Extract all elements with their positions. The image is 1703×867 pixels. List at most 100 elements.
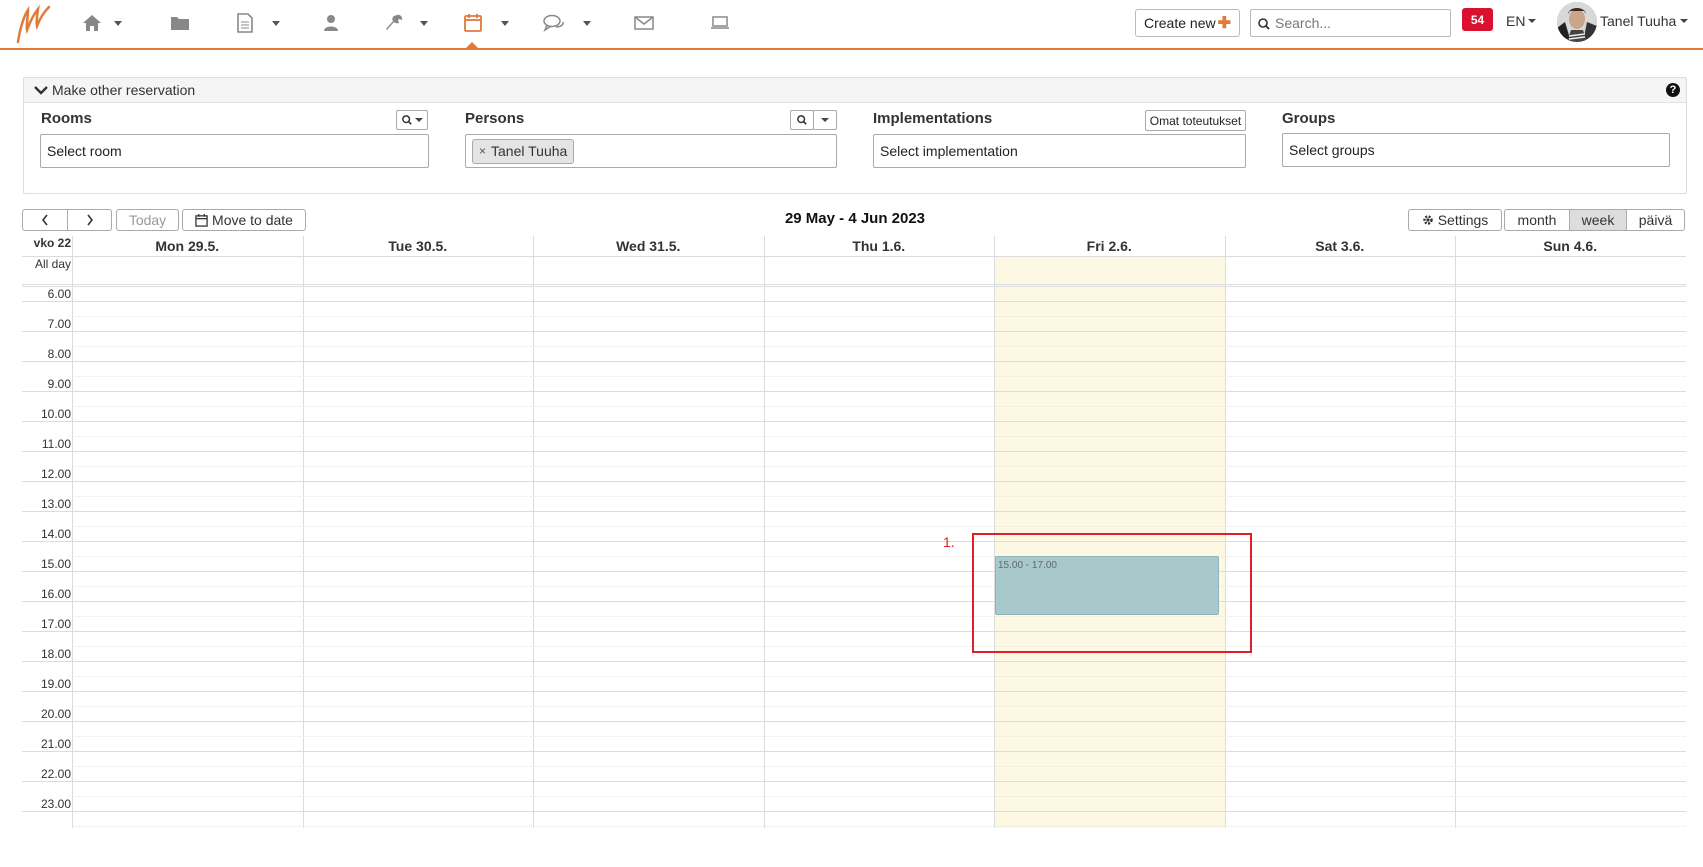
top-navbar: Create new ✚ 54 EN Tanel Tuuha — [0, 0, 1703, 50]
home-icon — [83, 15, 101, 31]
hour-label: 6.00 — [47, 287, 71, 301]
settings-button[interactable]: Settings — [1408, 209, 1502, 231]
persons-dropdown-button[interactable] — [813, 110, 837, 130]
create-new-button[interactable]: Create new ✚ — [1135, 9, 1240, 37]
week-number-label: vko 22 — [33, 236, 71, 250]
rooms-select[interactable]: Select room — [40, 134, 429, 168]
search-input[interactable] — [1273, 13, 1445, 33]
hour-label: 22.00 — [40, 767, 71, 781]
hour-label: 11.00 — [41, 437, 71, 451]
chevron-left-icon — [41, 214, 48, 226]
hour-label: 21.00 — [40, 737, 71, 751]
day-header: Tue 30.5. — [388, 238, 448, 254]
active-nav-indicator — [465, 42, 479, 49]
previous-week-button[interactable] — [22, 209, 68, 231]
nav-computer[interactable] — [710, 10, 730, 36]
nav-tools[interactable] — [384, 10, 428, 36]
chevron-down-icon — [114, 20, 122, 26]
all-day-divider — [22, 286, 1686, 287]
panel-title: Make other reservation — [52, 82, 196, 98]
groups-placeholder: Select groups — [1289, 142, 1375, 158]
search-icon — [797, 115, 807, 125]
person-tag: × Tanel Tuuha — [472, 138, 575, 164]
user-name-label: Tanel Tuuha — [1600, 13, 1677, 29]
next-week-button[interactable] — [67, 209, 112, 231]
avatar[interactable] — [1557, 2, 1597, 42]
nav-messages[interactable] — [543, 10, 591, 36]
rooms-placeholder: Select room — [47, 143, 122, 159]
chevron-down-icon — [414, 118, 423, 122]
chevron-down-icon — [821, 118, 829, 122]
gear-icon — [1423, 215, 1433, 225]
persons-search-button[interactable] — [790, 110, 814, 130]
user-menu[interactable]: Tanel Tuuha — [1600, 13, 1689, 29]
hour-label: 9.00 — [47, 377, 71, 391]
app-logo[interactable] — [14, 4, 52, 44]
groups-select[interactable]: Select groups — [1282, 133, 1670, 167]
hour-label: 16.00 — [40, 587, 71, 601]
reservation-panel-header[interactable]: Make other reservation ? — [24, 78, 1686, 103]
help-icon[interactable]: ? — [1666, 83, 1680, 97]
all-day-label: All day — [34, 257, 71, 271]
notifications-badge[interactable]: 54 — [1462, 8, 1493, 31]
view-month-button[interactable]: month — [1504, 209, 1570, 231]
day-header: Sun 4.6. — [1543, 238, 1598, 254]
hour-label: 8.00 — [47, 347, 71, 361]
calendar-week-grid: vko 22 All day Mon 29.5. Tue 30.5. Wed 31.… — [22, 236, 1687, 828]
persons-select[interactable]: × Tanel Tuuha — [465, 134, 837, 168]
move-to-date-button[interactable]: Move to date — [182, 209, 306, 231]
nav-mail[interactable] — [634, 10, 654, 36]
chevron-down-icon — [420, 20, 428, 26]
nav-calendar[interactable] — [463, 10, 509, 36]
rooms-label: Rooms — [41, 110, 92, 127]
laptop-icon — [711, 16, 729, 29]
persons-label: Persons — [465, 110, 525, 127]
day-header: Wed 31.5. — [616, 238, 681, 254]
day-time-slots[interactable] — [1226, 301, 1456, 828]
day-time-slots[interactable] — [73, 301, 303, 828]
header-divider — [22, 256, 1686, 257]
chevron-down-icon — [1680, 19, 1689, 23]
remove-tag-icon[interactable]: × — [479, 144, 486, 158]
day-time-slots[interactable] — [1456, 301, 1686, 828]
chevron-down-icon — [501, 20, 509, 26]
hour-label: 12.00 — [40, 467, 71, 481]
folder-icon — [171, 17, 189, 30]
nav-home[interactable] — [82, 10, 122, 36]
view-week-button[interactable]: week — [1569, 209, 1627, 231]
search-icon — [1258, 18, 1270, 30]
implementations-placeholder: Select implementation — [880, 143, 1018, 159]
day-time-slots[interactable] — [765, 301, 995, 828]
hour-label: 14.00 — [40, 527, 71, 541]
day-time-slots[interactable] — [534, 301, 764, 828]
hour-label: 20.00 — [40, 707, 71, 721]
implementations-select[interactable]: Select implementation — [873, 134, 1246, 168]
day-time-slots[interactable] — [304, 301, 534, 828]
chat-icon — [543, 14, 564, 32]
nav-folders[interactable] — [170, 10, 190, 36]
view-day-button[interactable]: päivä — [1626, 209, 1685, 231]
hour-label: 23.00 — [40, 797, 71, 811]
hour-label: 7.00 — [47, 317, 71, 331]
calendar-icon — [464, 14, 482, 32]
today-button[interactable]: Today — [116, 209, 179, 231]
avatar-image — [1557, 2, 1597, 42]
rooms-search-dropdown-button[interactable] — [396, 110, 428, 130]
annotation-highlight-box — [972, 533, 1252, 653]
hour-label: 10.00 — [40, 407, 71, 421]
search-box[interactable] — [1250, 9, 1451, 37]
day-header: Sat 3.6. — [1315, 238, 1365, 254]
settings-label: Settings — [1437, 212, 1489, 228]
language-label: EN — [1506, 13, 1526, 29]
chevron-right-icon — [86, 214, 93, 226]
own-implementations-button[interactable]: Omat toteutukset — [1145, 110, 1246, 131]
person-tag-label: Tanel Tuuha — [491, 143, 568, 159]
user-icon — [324, 15, 338, 31]
annotation-number: 1. — [943, 534, 955, 550]
document-icon — [237, 13, 253, 33]
chevron-down-icon — [1528, 19, 1537, 23]
hour-label: 17.00 — [40, 617, 71, 631]
nav-people[interactable] — [323, 10, 339, 36]
language-selector[interactable]: EN — [1506, 13, 1537, 29]
nav-documents[interactable] — [236, 10, 280, 36]
